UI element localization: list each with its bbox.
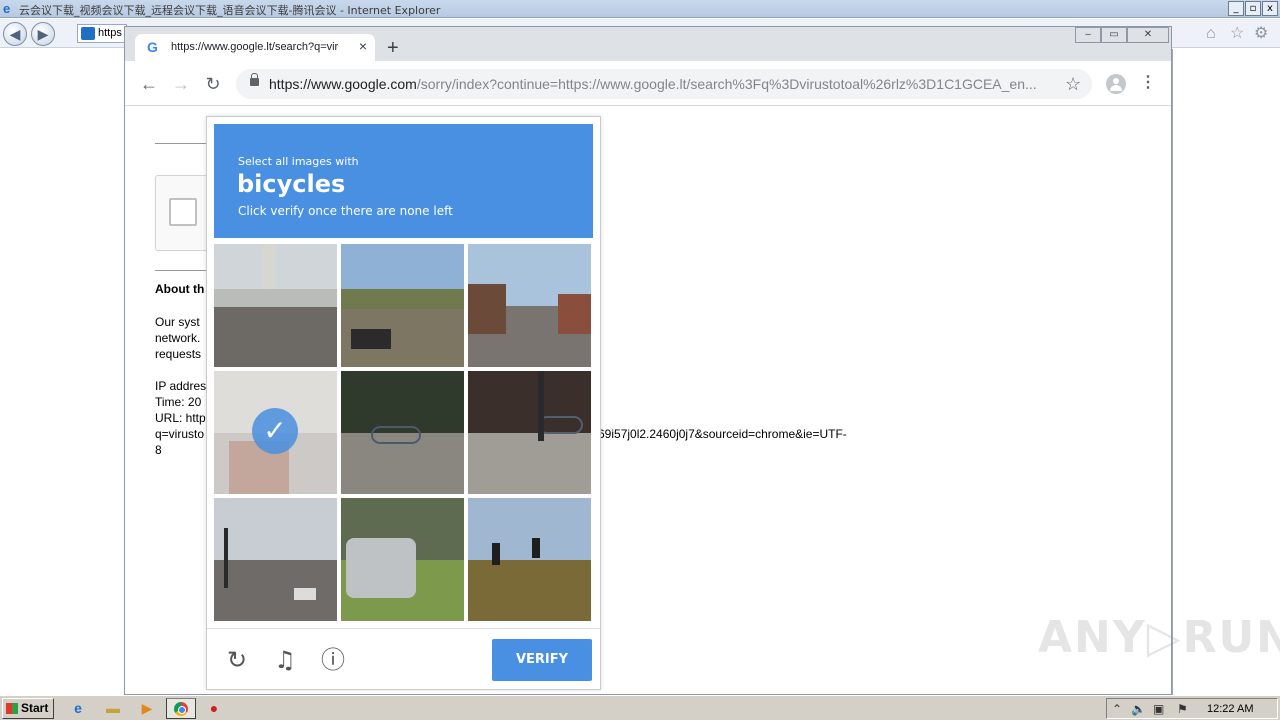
recaptcha-challenge: Select all images with bicycles Click ve… bbox=[206, 116, 601, 690]
url-line-end: 8 bbox=[155, 443, 162, 457]
selected-check-icon: ✓ bbox=[252, 408, 298, 454]
ie-forward-button[interactable]: ▶ bbox=[31, 22, 55, 46]
reload-icon[interactable]: ↻ bbox=[202, 73, 224, 95]
time-line: Time: 20 bbox=[155, 395, 202, 409]
challenge-subtext: Click verify once there are none left bbox=[238, 204, 453, 218]
volume-icon[interactable]: 🔈 bbox=[1131, 701, 1146, 717]
recaptcha-checkbox[interactable] bbox=[169, 198, 197, 226]
internet-explorer-icon: e bbox=[3, 1, 11, 16]
start-label: Start bbox=[21, 701, 49, 715]
ie-address-bar[interactable]: https bbox=[77, 24, 127, 43]
challenge-instruction: Select all images with bbox=[238, 155, 359, 168]
chrome-icon bbox=[174, 702, 188, 716]
chrome-tab-strip: G https://www.google.lt/search?q=vir × +… bbox=[125, 27, 1171, 61]
verify-button[interactable]: VERIFY bbox=[492, 639, 592, 681]
ie-page-area-right bbox=[1172, 49, 1280, 695]
ie-window-title: 云会议下载_视频会议下载_远程会议下载_语音会议下载-腾讯会议 - Intern… bbox=[19, 4, 441, 17]
chrome-minimize-button[interactable]: ‒ bbox=[1075, 27, 1101, 43]
forward-arrow-icon[interactable]: → bbox=[170, 73, 192, 95]
internet-explorer-taskbar-icon[interactable]: e bbox=[66, 698, 90, 719]
tray-expand-icon[interactable]: ⌃ bbox=[1112, 701, 1122, 717]
omnibox-url[interactable]: https://www.google.com/sorry/index?conti… bbox=[269, 77, 1049, 92]
folder-icon[interactable]: ▬ bbox=[101, 698, 125, 719]
gear-icon[interactable]: ⚙ bbox=[1254, 26, 1268, 42]
ie-close-button[interactable]: x bbox=[1262, 1, 1278, 16]
image-tile[interactable] bbox=[214, 498, 337, 621]
ie-back-button[interactable]: ◀ bbox=[3, 22, 27, 46]
omnibox[interactable]: https://www.google.com/sorry/index?conti… bbox=[236, 69, 1092, 99]
challenge-header: Select all images with bicycles Click ve… bbox=[214, 124, 593, 238]
site-favicon-icon bbox=[81, 27, 95, 40]
ip-address-line: IP addres bbox=[155, 379, 207, 393]
chrome-tab-active[interactable]: G https://www.google.lt/search?q=vir × bbox=[135, 34, 375, 61]
system-tray: ⌃ 🔈 ▣ ⚑ 12:22 AM bbox=[1106, 698, 1278, 719]
image-tile[interactable] bbox=[468, 498, 591, 621]
page-text-line: network. bbox=[155, 331, 201, 345]
profile-avatar-icon[interactable] bbox=[1106, 74, 1126, 94]
reload-challenge-icon[interactable]: ↻ bbox=[223, 646, 251, 674]
home-icon[interactable]: ⌂ bbox=[1206, 26, 1216, 42]
about-heading: About th bbox=[155, 282, 205, 296]
clock[interactable]: 12:22 AM bbox=[1207, 702, 1253, 716]
chrome-toolbar: ← → ↻ https://www.google.com/sorry/index… bbox=[125, 61, 1171, 106]
network-icon[interactable]: ▣ bbox=[1153, 701, 1164, 717]
tab-close-icon[interactable]: × bbox=[354, 37, 372, 55]
ie-maximize-button[interactable]: ▫ bbox=[1245, 1, 1261, 16]
bookmark-star-icon[interactable]: ☆ bbox=[1065, 74, 1081, 95]
anyrun-watermark-logo: ANY▷RUN bbox=[1038, 612, 1280, 663]
challenge-footer: ↻ ♫ ⓘ VERIFY bbox=[207, 628, 600, 690]
google-favicon-icon: G bbox=[147, 39, 158, 55]
ie-page-area-left bbox=[0, 49, 124, 695]
windows-flag-icon bbox=[6, 703, 18, 714]
chrome-taskbar-button[interactable] bbox=[166, 698, 196, 719]
challenge-target: bicycles bbox=[237, 170, 346, 198]
audio-challenge-headphones-icon[interactable]: ♫ bbox=[271, 646, 299, 674]
image-tile[interactable] bbox=[214, 244, 337, 367]
back-arrow-icon[interactable]: ← bbox=[138, 73, 160, 95]
ie-address-text: https bbox=[98, 27, 122, 39]
chrome-close-button[interactable]: ✕ bbox=[1127, 27, 1169, 43]
image-tile[interactable] bbox=[468, 244, 591, 367]
page-text-line: requests bbox=[155, 347, 202, 361]
image-tile[interactable] bbox=[341, 371, 464, 494]
lock-icon bbox=[250, 73, 259, 86]
start-button[interactable]: Start bbox=[2, 698, 54, 719]
chrome-restore-button[interactable]: ▭ bbox=[1101, 27, 1127, 43]
url-tail-text: 69i57j0l2.2460j0j7&sourceid=chrome&ie=UT… bbox=[598, 427, 847, 441]
new-tab-button[interactable]: + bbox=[387, 38, 399, 58]
image-tile[interactable] bbox=[341, 498, 464, 621]
page-text-line: Our syst bbox=[155, 315, 200, 329]
image-grid: ✓ bbox=[214, 244, 594, 622]
url-line: URL: http bbox=[155, 411, 206, 425]
chrome-menu-icon[interactable]: ⋮ bbox=[1139, 74, 1157, 92]
media-player-icon[interactable]: ▶ bbox=[135, 698, 159, 719]
tab-title: https://www.google.lt/search?q=vir bbox=[171, 41, 339, 53]
favorites-star-icon[interactable]: ☆ bbox=[1230, 26, 1244, 42]
url-line-cont: q=virusto bbox=[155, 427, 205, 441]
image-tile[interactable] bbox=[468, 371, 591, 494]
ie-title-bar: e 云会议下载_视频会议下载_远程会议下载_语音会议下载-腾讯会议 - Inte… bbox=[0, 0, 1280, 18]
info-icon[interactable]: ⓘ bbox=[319, 646, 347, 674]
image-tile[interactable] bbox=[341, 244, 464, 367]
image-tile-selected[interactable]: ✓ bbox=[214, 371, 337, 494]
action-center-flag-icon[interactable]: ⚑ bbox=[1177, 701, 1188, 717]
ie-minimize-button[interactable]: _ bbox=[1228, 1, 1244, 16]
security-app-icon[interactable]: ● bbox=[202, 698, 226, 719]
taskbar: Start e ▬ ▶ ● ⌃ 🔈 ▣ ⚑ 12:22 AM bbox=[0, 695, 1280, 720]
